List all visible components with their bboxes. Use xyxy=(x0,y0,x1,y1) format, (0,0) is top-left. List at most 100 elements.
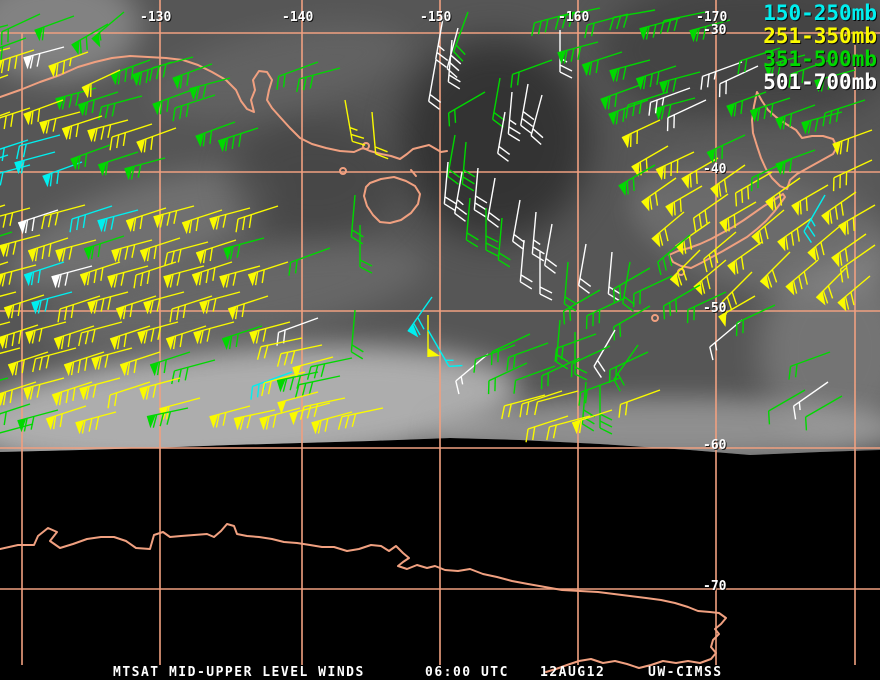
wind-barb xyxy=(454,171,468,222)
longitude-label: -160 xyxy=(558,10,590,25)
wind-barb xyxy=(804,395,843,431)
wind-barb xyxy=(581,51,623,77)
wind-barb xyxy=(609,59,651,83)
wind-barb xyxy=(447,91,486,127)
wind-barb xyxy=(181,209,223,235)
wind-barb xyxy=(609,9,656,31)
wind-barb xyxy=(719,201,757,233)
wind-barb xyxy=(296,67,341,93)
wind-barb xyxy=(172,63,213,90)
wind-barb xyxy=(607,251,621,302)
wind-barb xyxy=(706,134,746,164)
wind-barb xyxy=(490,333,531,366)
wind-barb xyxy=(75,411,117,435)
wind-barb xyxy=(807,225,841,262)
wind-barb xyxy=(669,249,701,288)
wind-barb xyxy=(41,204,86,230)
wind-barb xyxy=(136,127,177,154)
wind-barb xyxy=(288,247,331,276)
wind-barb xyxy=(359,225,373,274)
wind-barb xyxy=(98,95,143,121)
wind-barb xyxy=(42,161,83,188)
caption-title: MTSAT MID-UPPER LEVEL WINDS xyxy=(113,665,365,680)
legend-item-white: 501-700mb xyxy=(763,70,877,94)
wind-barb xyxy=(81,69,121,99)
wind-barb xyxy=(276,317,319,346)
longitude-label: -140 xyxy=(282,10,314,25)
wind-barb xyxy=(555,319,569,370)
latitude-label: -40 xyxy=(703,162,727,177)
wind-barb xyxy=(34,15,75,42)
wind-barb xyxy=(544,223,558,274)
wind-barb xyxy=(822,99,866,127)
legend-item-cyan: 150-250mb xyxy=(763,1,877,25)
wind-barb xyxy=(70,144,111,171)
wind-barb xyxy=(837,275,871,312)
wind-barb xyxy=(519,390,563,418)
caption-time: 06:00 UTC xyxy=(425,665,509,680)
wind-barb xyxy=(775,104,816,131)
wind-barb xyxy=(171,359,216,385)
wind-barb xyxy=(337,407,384,430)
wind-barb xyxy=(139,377,181,401)
wind-barb xyxy=(14,151,56,175)
wind-barb xyxy=(832,159,873,192)
coastline-tasmania xyxy=(363,176,421,224)
wind-barb xyxy=(612,267,651,303)
latitude-label: -60 xyxy=(703,438,727,453)
wind-barb xyxy=(838,204,876,236)
wind-barb xyxy=(294,375,341,398)
wind-barb xyxy=(622,261,636,312)
wind-barb xyxy=(512,199,526,250)
legend-item-yellow: 251-350mb xyxy=(763,24,877,48)
wind-barb xyxy=(107,381,151,409)
wind-barb xyxy=(461,141,476,192)
wind-barb xyxy=(657,234,691,276)
wind-barb xyxy=(107,265,149,289)
coastline-flinders-island xyxy=(410,169,417,177)
wind-barb xyxy=(635,65,677,91)
wind-barb xyxy=(32,347,77,373)
latitude-label: -50 xyxy=(703,301,727,316)
wind-barb xyxy=(654,97,696,121)
wind-barb xyxy=(510,59,553,88)
wind-barb xyxy=(3,294,45,320)
wind-barb xyxy=(651,211,685,248)
small-island xyxy=(651,314,659,322)
wind-barb xyxy=(344,99,366,146)
map-overlay xyxy=(0,0,880,673)
wind-barb xyxy=(600,84,641,111)
wind-barb xyxy=(350,194,364,245)
wind-barb xyxy=(497,217,511,268)
small-island xyxy=(362,142,370,150)
wind-barb xyxy=(233,409,276,431)
small-island xyxy=(339,167,347,175)
wind-barb xyxy=(546,415,591,441)
wind-barb xyxy=(427,315,440,357)
wind-barb xyxy=(149,56,194,82)
longitude-label: -150 xyxy=(420,10,452,25)
wind-barb xyxy=(0,164,31,186)
latitude-label: -30 xyxy=(703,23,727,38)
legend-item-green: 351-500mb xyxy=(763,47,877,71)
wind-barb xyxy=(109,123,153,151)
wind-barb xyxy=(217,127,259,153)
wind-barb xyxy=(0,204,6,219)
wind-barb xyxy=(735,304,776,337)
wind-barb xyxy=(785,259,819,296)
wind-barb xyxy=(513,365,556,394)
wind-barb xyxy=(520,83,535,134)
wind-barb xyxy=(78,321,123,347)
wind-barb xyxy=(618,389,661,418)
wind-barb xyxy=(0,324,39,350)
wind-barb xyxy=(350,309,364,360)
wind-barb xyxy=(621,119,661,149)
wind-barb xyxy=(608,351,649,384)
wind-barb xyxy=(427,329,463,368)
wind-barb xyxy=(227,295,269,321)
wind-barb xyxy=(172,94,216,122)
wind-barb xyxy=(788,351,831,380)
wind-barb xyxy=(407,296,433,338)
wind-barb xyxy=(507,91,521,142)
wind-barb xyxy=(16,134,61,160)
